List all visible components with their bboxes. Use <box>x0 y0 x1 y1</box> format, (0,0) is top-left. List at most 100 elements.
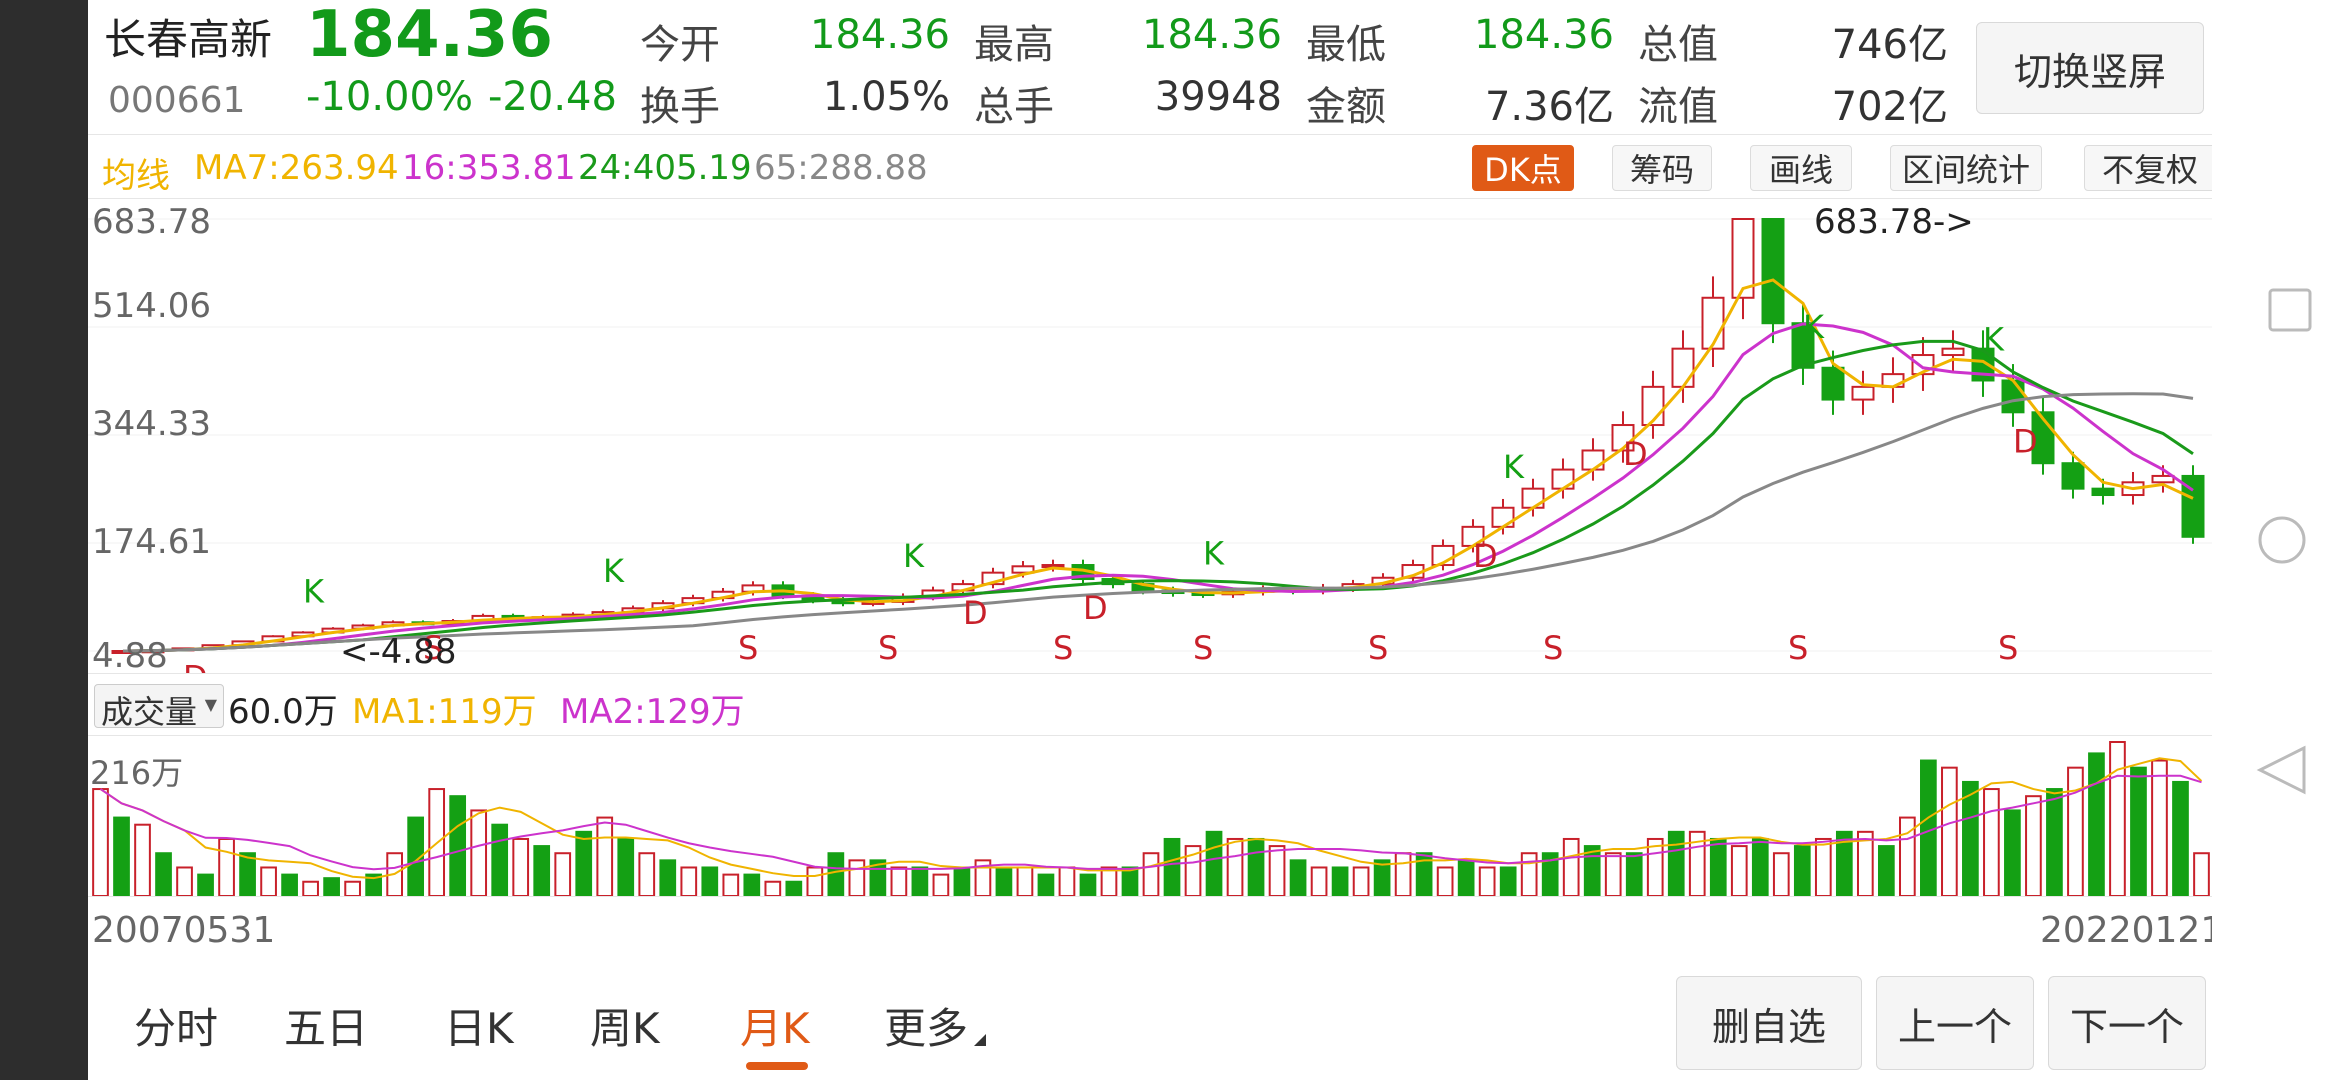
candle-body <box>1491 506 1515 528</box>
volume-bar <box>1667 830 1685 896</box>
dk-point-button[interactable]: DK点 <box>1472 145 1574 191</box>
candle-body <box>1521 487 1545 509</box>
volume-bar <box>1163 837 1181 896</box>
switch-portrait-button[interactable]: 切换竖屏 <box>1976 22 2204 114</box>
volume-bar <box>617 837 635 896</box>
open-value: 184.36 <box>810 12 950 58</box>
low-label: 最低 <box>1306 22 1386 68</box>
buy-signal-label: K <box>1503 448 1525 486</box>
volume-bar <box>1709 837 1727 896</box>
float-label: 流值 <box>1638 84 1718 130</box>
dip-signal-label: D <box>1083 589 1108 627</box>
candle-body <box>1551 468 1575 490</box>
buy-signal-label: K <box>1803 308 1825 346</box>
back-icon <box>2256 745 2306 795</box>
change-amount: -20.48 <box>488 74 617 120</box>
volume-bar <box>1079 873 1097 896</box>
tab-intraday[interactable]: 分时 <box>134 995 218 1056</box>
volume-ma1: MA1:119万 <box>352 692 537 732</box>
volume-bar <box>1016 866 1034 896</box>
chevron-down-icon: ▼ <box>204 695 217 714</box>
nav-buttons <box>2256 288 2312 795</box>
candle-body <box>2061 462 2085 490</box>
open-label: 今开 <box>640 22 720 68</box>
candle-body <box>1851 385 1875 401</box>
volume-bar <box>323 877 340 896</box>
ma-label[interactable]: 均线 <box>102 148 170 197</box>
no-adjust-button[interactable]: 不复权 <box>2084 145 2216 191</box>
volume-bar <box>848 859 866 896</box>
volume-bar <box>1121 866 1139 896</box>
volume-bar <box>596 816 614 896</box>
tab-weekly-k[interactable]: 周K <box>590 995 660 1056</box>
candle-body <box>2091 487 2115 497</box>
tab-five-day[interactable]: 五日 <box>284 995 368 1056</box>
chips-button[interactable]: 筹码 <box>1612 145 1712 191</box>
volume-axis-max: 216万 <box>90 754 184 792</box>
range-stats-button[interactable]: 区间统计 <box>1890 145 2042 191</box>
volume-bar <box>911 866 929 896</box>
turnover-label: 换手 <box>640 84 720 130</box>
high-label: 最高 <box>974 22 1054 68</box>
remove-watchlist-button[interactable]: 删自选 <box>1676 976 1862 1070</box>
mcap-value: 746亿 <box>1831 22 1948 68</box>
volume-bar <box>470 809 488 896</box>
volume-bar <box>701 866 719 896</box>
volume-bar <box>1457 859 1475 896</box>
ma16-value: 16:353.81 <box>402 148 576 188</box>
volume-chart[interactable] <box>88 735 2218 897</box>
turnover-value: 1.05% <box>822 74 950 120</box>
volume-bar <box>134 823 151 896</box>
volume-bar <box>1205 830 1223 896</box>
volume-bar <box>1499 866 1517 896</box>
volume-bar <box>1331 866 1349 896</box>
dip-signal-label: D <box>1473 537 1498 575</box>
tab-more[interactable]: 更多 <box>884 995 968 1056</box>
volume-bar <box>113 816 130 896</box>
volume-bar <box>1037 873 1055 896</box>
stock-code: 000661 <box>108 80 246 121</box>
mcap-label: 总值 <box>1638 22 1718 68</box>
high-marker: 683.78-> <box>1814 202 1974 242</box>
volume-value: 60.0万 <box>228 692 338 732</box>
ma7-value: MA7:263.94 <box>194 148 399 188</box>
volume-value: 39948 <box>1154 74 1282 120</box>
volume-bar <box>932 873 950 896</box>
previous-stock-button[interactable]: 上一个 <box>1876 976 2034 1070</box>
ma65-value: 65:288.88 <box>754 148 928 188</box>
volume-bar <box>1289 859 1307 896</box>
volume-indicator-select[interactable]: 成交量 ▼ <box>94 684 224 731</box>
sell-signal-label: S <box>878 629 898 667</box>
ma16-line <box>122 322 2194 653</box>
buy-signal-label: K <box>1983 320 2005 358</box>
sell-signal-label: S <box>1193 629 1213 667</box>
draw-line-button[interactable]: 画线 <box>1750 145 1852 191</box>
volume-bar <box>260 866 277 896</box>
ma7-line <box>122 278 2194 653</box>
volume-bar <box>1436 866 1454 896</box>
volume-bar <box>1142 852 1160 896</box>
tab-monthly-k[interactable]: 月K <box>740 995 810 1056</box>
kline-chart[interactable]: KKKKKKKSSSSSSSSSDDDDDD <box>88 198 2218 674</box>
volume-bar <box>197 873 214 896</box>
volume-bar <box>1226 837 1244 896</box>
volume-bar <box>155 852 172 896</box>
volume-bar <box>512 837 530 896</box>
volume-bar <box>680 866 698 896</box>
buy-signal-label: K <box>1203 534 1225 572</box>
low-value: 184.36 <box>1474 12 1614 58</box>
candle-body <box>2001 379 2025 414</box>
stock-name: 长春高新 <box>104 15 273 64</box>
volume-bar <box>2004 809 2021 896</box>
next-stock-button[interactable]: 下一个 <box>2048 976 2206 1070</box>
volume-bar <box>995 866 1013 896</box>
home-icon <box>2258 516 2306 564</box>
candle-body <box>1701 296 1725 350</box>
stock-price: 184.36 <box>306 0 553 72</box>
price-tick-344: 344.33 <box>92 404 211 444</box>
change-percent: -10.00% <box>306 74 473 120</box>
tab-daily-k[interactable]: 日K <box>444 995 514 1056</box>
candle-body <box>1761 218 1785 325</box>
volume-bar <box>1352 866 1370 896</box>
volume-bar <box>1058 866 1076 896</box>
